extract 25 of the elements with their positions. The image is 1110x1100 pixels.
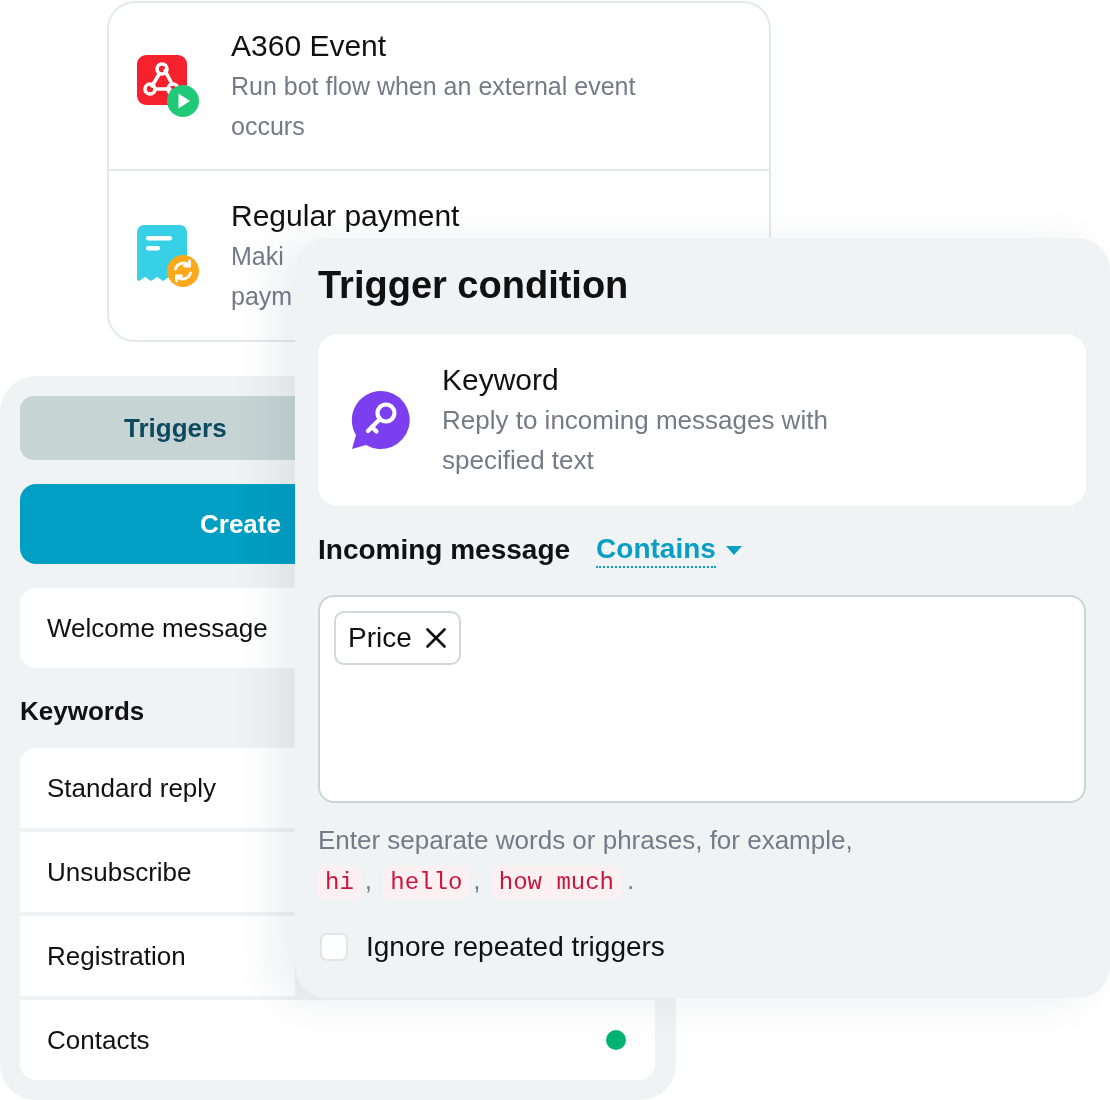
- keyword-item[interactable]: Unsubscribe: [20, 832, 295, 912]
- list-item[interactable]: Welcome message: [20, 588, 295, 668]
- key-chat-icon: [349, 389, 411, 451]
- close-icon[interactable]: [425, 628, 446, 648]
- trigger-type-description: Reply to incoming messages with specified text: [442, 404, 828, 477]
- keyword-item[interactable]: Standard reply: [20, 748, 295, 828]
- section-heading: Keywords: [20, 695, 145, 727]
- event-description: Maki paym: [231, 240, 293, 312]
- event-description: Run bot flow when an external event occurs: [231, 71, 636, 142]
- keyword-item[interactable]: Registration: [20, 916, 295, 996]
- event-title: A360 Event: [231, 28, 387, 64]
- tag-label: Price: [348, 621, 412, 655]
- tab[interactable]: Triggers: [20, 396, 295, 460]
- webhook-icon: [137, 55, 199, 117]
- caret-down-icon: [725, 545, 742, 555]
- checkbox[interactable]: [320, 933, 348, 961]
- keyword-item[interactable]: Contacts: [20, 1000, 655, 1080]
- tag-input-field[interactable]: Price: [318, 595, 1086, 803]
- field-label: Incoming message: [318, 533, 571, 567]
- hint-text: Enter separate words or phrases, for example, hi , hello , how much .: [318, 820, 853, 903]
- checkbox-label[interactable]: Ignore repeated triggers: [366, 927, 665, 967]
- panel-title: Trigger condition: [318, 263, 629, 308]
- trigger-type-title: Keyword: [442, 362, 559, 398]
- event-title: Regular payment: [231, 197, 460, 234]
- receipt-icon: [137, 224, 199, 287]
